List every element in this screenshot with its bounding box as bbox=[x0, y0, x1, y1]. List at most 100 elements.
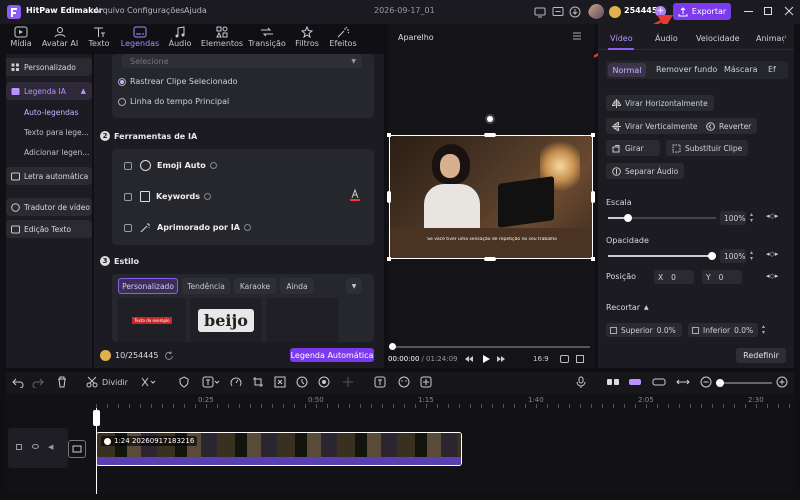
handle-tr[interactable] bbox=[591, 133, 595, 137]
crop-bottom-input[interactable]: Inferior 0.0% bbox=[688, 323, 758, 337]
auto-caption-button[interactable]: Legenda Automática bbox=[290, 348, 374, 362]
subtab-remover-fundo[interactable]: Remover fundo bbox=[656, 65, 717, 74]
video-clip[interactable]: 1:24 20260917183216 bbox=[96, 432, 462, 466]
radio-track-clip[interactable]: Rastrear Clipe Selecionado bbox=[118, 77, 238, 86]
zoom-in-icon[interactable] bbox=[776, 376, 788, 388]
sidebar-item-edicao-texto[interactable]: Edição Texto bbox=[6, 220, 92, 238]
position-keyframe-icon[interactable]: ◂◇▸ bbox=[766, 272, 778, 280]
slider-knob[interactable] bbox=[708, 252, 716, 260]
tool-filtros[interactable]: Filtros bbox=[290, 24, 324, 52]
handle-bm[interactable] bbox=[484, 257, 496, 261]
scale-input[interactable]: 100% bbox=[720, 211, 746, 225]
split-menu-icon[interactable] bbox=[140, 376, 156, 388]
subtab-efeito[interactable]: Ef bbox=[768, 65, 776, 74]
monitor-icon[interactable] bbox=[534, 6, 546, 18]
menu-ajuda[interactable]: Ajuda bbox=[184, 6, 207, 15]
ai-tool-aprimorado[interactable]: Aprimorado por IA bbox=[124, 222, 251, 233]
tool-transicao[interactable]: Transição bbox=[248, 24, 286, 52]
mask-icon[interactable] bbox=[318, 376, 330, 388]
reverse-tool-icon[interactable] bbox=[296, 376, 308, 388]
minimize-icon[interactable] bbox=[744, 11, 753, 12]
menu-icon[interactable] bbox=[572, 32, 582, 40]
tool-midia[interactable]: Mídia bbox=[4, 24, 38, 52]
add-frame-icon[interactable] bbox=[420, 376, 432, 388]
track-audio-icon[interactable]: ◀ bbox=[48, 443, 53, 451]
style-tab-karaoke[interactable]: Karaoke bbox=[234, 278, 276, 294]
microphone-icon[interactable] bbox=[576, 376, 586, 388]
export-button[interactable]: Exportar bbox=[673, 3, 731, 20]
scale-slider[interactable] bbox=[608, 214, 716, 222]
checkbox[interactable] bbox=[124, 223, 132, 232]
delete-icon[interactable] bbox=[56, 376, 68, 388]
tab-video[interactable]: Vídeo bbox=[610, 34, 633, 43]
subtab-mascara[interactable]: Máscara bbox=[724, 65, 757, 74]
crop-icon[interactable] bbox=[252, 376, 264, 388]
tool-elementos[interactable]: Elementos bbox=[201, 24, 243, 52]
tool-avatar-ai[interactable]: Avatar AI bbox=[42, 24, 78, 52]
checkbox[interactable] bbox=[124, 192, 132, 201]
sidebar-item-letra-automatica[interactable]: Letra automática bbox=[6, 167, 92, 185]
menu-arquivo[interactable]: Arquivo bbox=[94, 6, 125, 15]
magnet-icon[interactable] bbox=[628, 376, 642, 388]
ai-text-icon[interactable] bbox=[374, 376, 386, 388]
position-y-input[interactable]: Y 0 bbox=[702, 270, 742, 284]
reset-button[interactable]: Redefinir bbox=[736, 348, 786, 363]
handle-tl[interactable] bbox=[387, 133, 391, 137]
info-icon[interactable] bbox=[243, 224, 251, 231]
style-tab-tendencia[interactable]: Tendência bbox=[182, 278, 230, 294]
menu-configuracoes[interactable]: Configurações bbox=[127, 6, 184, 15]
font-color-icon[interactable] bbox=[350, 189, 360, 201]
radio-main-timeline[interactable]: Linha do tempo Principal bbox=[118, 97, 229, 106]
subtab-normal[interactable]: Normal bbox=[608, 63, 646, 77]
flip-vertical-button[interactable]: Virar Verticalmente bbox=[606, 118, 704, 134]
sidebar-sub-auto-legendas[interactable]: Auto-legendas bbox=[24, 108, 78, 117]
text-tool-icon[interactable] bbox=[202, 376, 220, 388]
snap-link-icon[interactable] bbox=[606, 376, 620, 388]
opacity-input[interactable]: 100% bbox=[720, 249, 746, 263]
zoom-slider[interactable] bbox=[716, 379, 772, 387]
reverse-button[interactable]: Reverter bbox=[700, 118, 758, 134]
slider-knob[interactable] bbox=[624, 214, 632, 222]
video-frame[interactable]: Se você tiver uma sensação de repetição … bbox=[389, 135, 593, 259]
split-button[interactable]: Dividir bbox=[86, 376, 128, 388]
handle-tm[interactable] bbox=[484, 133, 496, 137]
info-icon[interactable] bbox=[209, 162, 217, 169]
separate-audio-button[interactable]: Separar Áudio bbox=[606, 163, 685, 179]
tool-audio[interactable]: Áudio bbox=[163, 24, 197, 52]
rotate-handle-icon[interactable] bbox=[485, 114, 495, 124]
sidebar-item-personalizado[interactable]: Personalizado bbox=[6, 58, 92, 76]
zoom-out-icon[interactable] bbox=[700, 376, 712, 388]
playhead-knob[interactable] bbox=[389, 343, 396, 350]
checkbox[interactable] bbox=[124, 161, 132, 170]
undo-icon[interactable] bbox=[12, 376, 24, 388]
ai-tool-keywords[interactable]: Keywords bbox=[124, 189, 370, 202]
tool-legendas[interactable]: Legendas bbox=[118, 24, 162, 52]
speed-icon[interactable] bbox=[230, 376, 242, 388]
freeze-icon[interactable] bbox=[274, 376, 286, 388]
maximize-icon[interactable] bbox=[764, 7, 772, 15]
sidebar-sub-adicionar-legenda[interactable]: Adicionar legen... bbox=[24, 148, 89, 157]
crop-top-input[interactable]: Superior 0.0% bbox=[606, 323, 682, 337]
crop-stepper-icon[interactable]: ▴ ▾ bbox=[762, 324, 765, 336]
fit-icon[interactable] bbox=[676, 376, 690, 388]
skip-back-icon[interactable] bbox=[464, 355, 474, 363]
language-select[interactable]: Selecione ▼ bbox=[122, 54, 362, 68]
crop-header[interactable]: Recortar ▲ bbox=[606, 303, 649, 312]
aspect-ratio[interactable]: 16:9 bbox=[533, 355, 549, 363]
ai-tool-emoji[interactable]: Emoji Auto bbox=[124, 160, 217, 171]
scale-stepper-icon[interactable]: ▴ ▾ bbox=[750, 212, 753, 224]
opacity-slider[interactable] bbox=[608, 252, 716, 260]
tool-efeitos[interactable]: Efeitos bbox=[326, 24, 360, 52]
handle-bl[interactable] bbox=[387, 257, 391, 261]
tabs-scroll-icon[interactable]: › bbox=[784, 33, 787, 41]
sidebar-item-legenda-ia[interactable]: Legenda IA ▲ bbox=[6, 82, 92, 100]
close-icon[interactable] bbox=[784, 6, 794, 16]
style-tab-ainda[interactable]: Ainda bbox=[280, 278, 314, 294]
tool-texto[interactable]: Texto bbox=[82, 24, 116, 52]
play-icon[interactable] bbox=[482, 355, 490, 363]
refresh-icon[interactable] bbox=[164, 351, 174, 361]
info-icon[interactable] bbox=[204, 193, 212, 200]
redo-icon[interactable] bbox=[32, 376, 44, 388]
track-lock-icon[interactable] bbox=[16, 444, 22, 450]
face-icon[interactable] bbox=[398, 376, 410, 388]
